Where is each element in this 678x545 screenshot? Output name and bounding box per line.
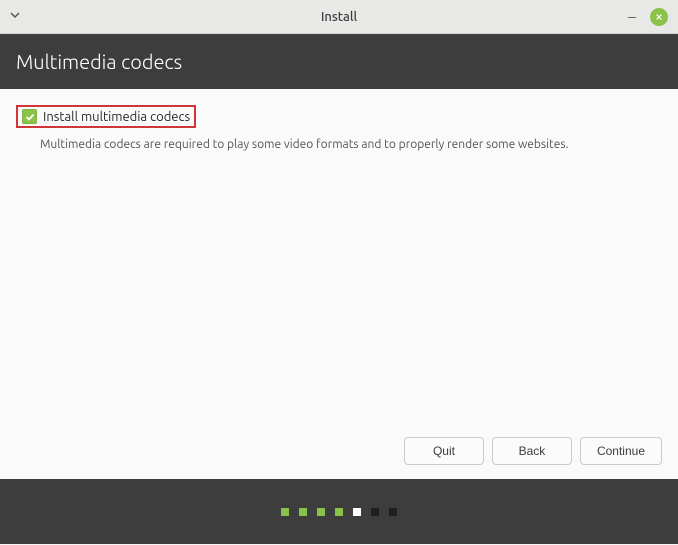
continue-button[interactable]: Continue bbox=[580, 437, 662, 465]
install-codecs-label: Install multimedia codecs bbox=[43, 110, 190, 124]
titlebar-right-controls: – bbox=[628, 8, 668, 26]
quit-button[interactable]: Quit bbox=[404, 437, 484, 465]
highlighted-option-box: Install multimedia codecs bbox=[16, 105, 196, 128]
progress-step-4 bbox=[335, 508, 343, 516]
navigation-buttons: Quit Back Continue bbox=[404, 437, 662, 465]
progress-footer bbox=[0, 479, 678, 544]
codecs-description: Multimedia codecs are required to play s… bbox=[40, 138, 662, 151]
minimize-icon[interactable]: – bbox=[628, 9, 636, 25]
progress-step-2 bbox=[299, 508, 307, 516]
close-button[interactable] bbox=[650, 8, 668, 26]
titlebar-left-controls bbox=[0, 10, 20, 23]
install-codecs-row[interactable]: Install multimedia codecs bbox=[22, 109, 190, 124]
progress-step-1 bbox=[281, 508, 289, 516]
window-titlebar: Install – bbox=[0, 0, 678, 34]
back-button[interactable]: Back bbox=[492, 437, 572, 465]
install-codecs-checkbox[interactable] bbox=[22, 109, 37, 124]
page-heading: Multimedia codecs bbox=[0, 34, 678, 89]
progress-step-6 bbox=[371, 508, 379, 516]
window-title: Install bbox=[321, 10, 357, 24]
chevron-down-icon[interactable] bbox=[10, 10, 20, 23]
progress-step-7 bbox=[389, 508, 397, 516]
progress-step-5 bbox=[353, 508, 361, 516]
progress-step-3 bbox=[317, 508, 325, 516]
main-content: Install multimedia codecs Multimedia cod… bbox=[0, 89, 678, 479]
